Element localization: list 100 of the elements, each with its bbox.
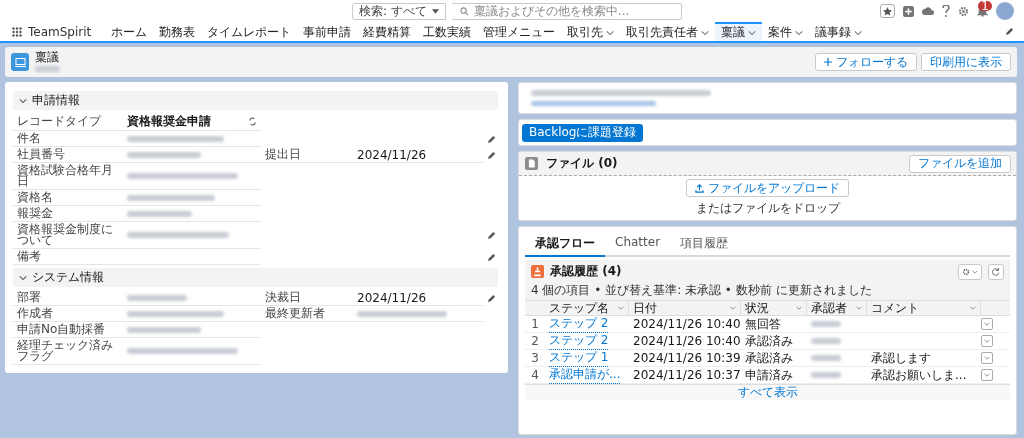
help-icon[interactable] xyxy=(942,5,950,17)
column-header[interactable]: ステップ名 xyxy=(545,300,629,316)
column-header[interactable]: 状況 xyxy=(741,300,807,316)
add-file-button[interactable]: ファイルを追加 xyxy=(909,154,1011,173)
pencil-icon[interactable] xyxy=(486,134,496,144)
column-header[interactable]: 日付 xyxy=(629,300,741,316)
nav-tab[interactable]: 取引先責任者 xyxy=(620,22,716,41)
chevron-icon xyxy=(19,273,27,282)
related-tab[interactable]: Chatter xyxy=(605,233,671,257)
pencil-icon[interactable] xyxy=(486,231,496,240)
cloud-icon[interactable] xyxy=(922,6,934,16)
nav-tab[interactable]: 案件 xyxy=(762,22,810,41)
column-header[interactable]: 承認者 xyxy=(807,300,867,316)
field-label: 決裁日 xyxy=(261,290,351,306)
settings-button[interactable] xyxy=(958,263,982,280)
blurred-value xyxy=(127,294,187,301)
backlog-button[interactable]: Backlogに課題登録 xyxy=(522,123,644,142)
refresh-button[interactable] xyxy=(988,263,1004,280)
table-cell: 無回答 xyxy=(741,316,807,333)
blurred-approver xyxy=(811,321,841,327)
object-label: 稟議 xyxy=(35,52,60,63)
section-header[interactable]: 申請情報 xyxy=(13,91,498,110)
plus-icon xyxy=(824,58,832,66)
chevron-down-icon xyxy=(796,305,802,311)
chevron-down-icon xyxy=(795,28,804,37)
record-type-icon xyxy=(11,53,29,71)
row-number: 3 xyxy=(525,350,545,367)
plus-icon[interactable] xyxy=(903,5,914,17)
pencil-icon[interactable] xyxy=(1005,26,1014,36)
drop-hint: またはファイルをドロップ xyxy=(695,200,840,217)
pencil-icon[interactable] xyxy=(486,293,496,303)
notification-count: 1 xyxy=(978,0,992,11)
favorites-button[interactable] xyxy=(880,4,895,18)
nav-tab[interactable]: 勤務表 xyxy=(153,22,202,41)
blurred-value xyxy=(127,210,192,217)
step-link[interactable]: ステップ 2 xyxy=(549,315,609,333)
chevron-down-icon xyxy=(748,28,757,37)
field-label: 最終更新者 xyxy=(261,306,351,322)
table-cell: 2024/11/26 10:39 xyxy=(629,350,741,367)
change-icon[interactable] xyxy=(248,117,257,126)
view-all-link[interactable]: すべて表示 xyxy=(737,384,798,401)
field-value: 2024/11/26 xyxy=(357,147,427,162)
field-label: 資格名 xyxy=(13,190,121,206)
field-label: 作成者 xyxy=(13,306,121,322)
chevron-down-icon xyxy=(984,372,990,378)
avatar[interactable] xyxy=(996,2,1014,20)
nav-tab[interactable]: 取引先 xyxy=(561,22,621,41)
upload-icon xyxy=(695,183,704,193)
nav-tab[interactable]: タイムレポート xyxy=(201,22,298,41)
settings-icon[interactable] xyxy=(958,5,969,17)
nav-tab[interactable]: 議事録 xyxy=(809,22,869,41)
blurred-approver xyxy=(811,355,841,361)
nav-tab[interactable]: 事前申請 xyxy=(297,22,358,41)
pencil-icon[interactable] xyxy=(486,150,496,160)
chevron-down-icon xyxy=(984,355,990,361)
search-icon xyxy=(459,6,469,16)
nav-tab[interactable]: ホーム xyxy=(105,22,154,41)
blurred-approver xyxy=(811,338,841,344)
chevron-down-icon xyxy=(972,268,978,275)
print-button[interactable]: 印刷用に表示 xyxy=(921,53,1011,71)
follow-button[interactable]: フォローする xyxy=(815,53,917,71)
files-title: ファイル (0) xyxy=(546,155,618,172)
settings-icon xyxy=(962,267,970,276)
field-label: 社員番号 xyxy=(13,147,121,163)
search-field[interactable]: 稟議およびその他を検索中... xyxy=(451,2,682,20)
nav-tab[interactable]: 稟議 xyxy=(715,22,763,41)
search-scope-dropdown[interactable]: 検索: すべて xyxy=(352,2,446,20)
nav-tab[interactable]: 管理メニュー xyxy=(477,22,562,41)
field-value: 2024/11/26 xyxy=(357,290,427,305)
table-cell: 2024/11/26 10:40 xyxy=(629,333,741,350)
pencil-icon[interactable] xyxy=(486,252,496,262)
nav-tab[interactable]: 経費精算 xyxy=(357,22,418,41)
table-cell: 承認済み xyxy=(741,333,807,350)
section-header[interactable]: システム情報 xyxy=(13,268,498,287)
row-number: 1 xyxy=(525,316,545,333)
file-icon xyxy=(525,157,538,170)
upload-button[interactable]: ファイルをアップロード xyxy=(686,179,849,197)
step-link[interactable]: ステップ 2 xyxy=(549,332,609,350)
related-tab[interactable]: 承認フロー xyxy=(525,233,605,257)
chevron-down-icon xyxy=(970,305,976,311)
list-summary: 4 個の項目 • 並び替え基準: 未承認 • 数秒前 に更新されました xyxy=(531,282,873,299)
table-cell: 承認します xyxy=(867,350,981,367)
step-link[interactable]: ステップ 1 xyxy=(549,349,609,367)
field-value: 資格報奨金申請 xyxy=(127,113,211,130)
chevron-down-icon xyxy=(984,338,990,344)
table-cell: 承認済み xyxy=(741,350,807,367)
approval-icon xyxy=(531,265,544,278)
field-label: 資格報奨金制度について xyxy=(13,222,121,249)
field-label: 件名 xyxy=(13,131,121,147)
chevron-down-icon xyxy=(618,305,624,311)
nav-tab[interactable]: 工数実績 xyxy=(417,22,478,41)
chevron-down-icon xyxy=(854,28,863,37)
field-label: 申請No自動採番 xyxy=(13,322,121,338)
app-launcher-icon[interactable] xyxy=(12,26,22,37)
refresh-icon xyxy=(992,267,1000,276)
chevron-down-icon xyxy=(730,305,736,311)
caret-icon xyxy=(431,8,439,14)
field-label: レコードタイプ xyxy=(13,113,121,131)
column-header[interactable]: コメント xyxy=(867,300,981,316)
related-tab[interactable]: 項目履歴 xyxy=(670,233,739,257)
